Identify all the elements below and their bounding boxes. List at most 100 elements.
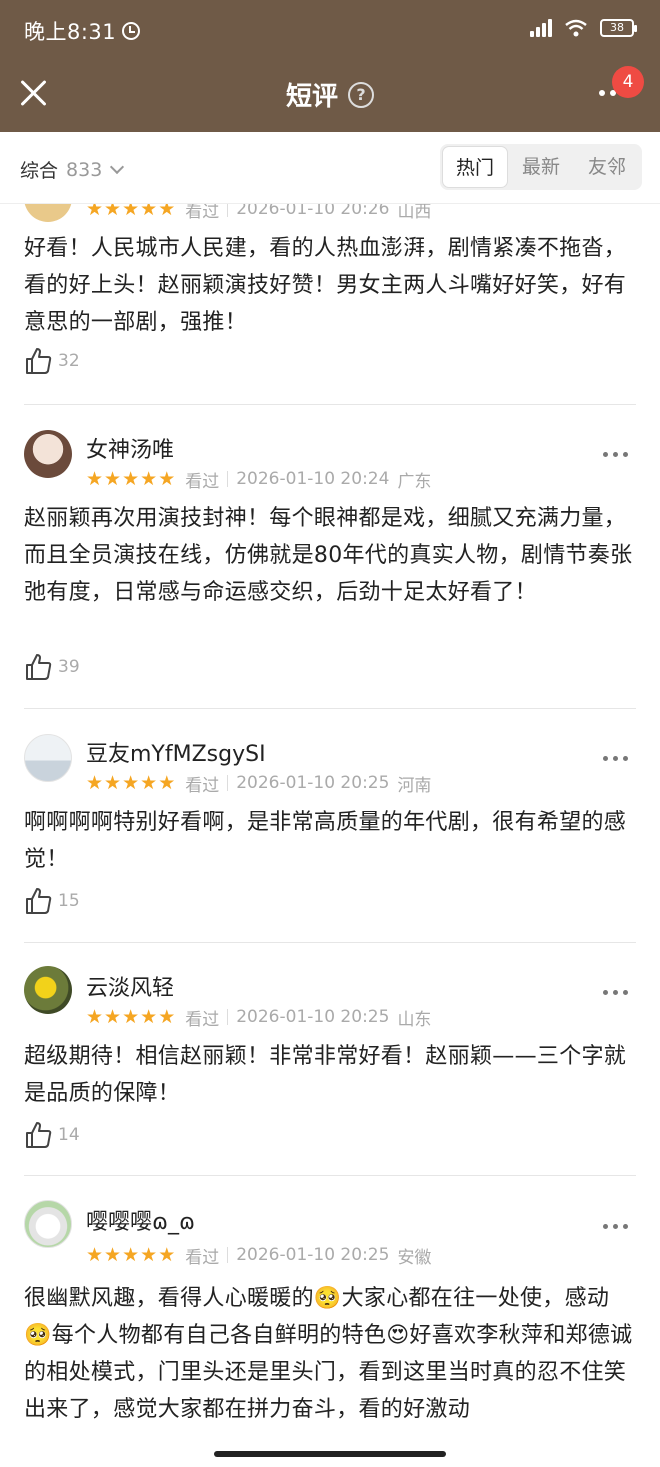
star-icon: ★ bbox=[140, 468, 158, 490]
rating-stars: ★ ★ ★ ★ ★ bbox=[86, 773, 175, 793]
avatar[interactable] bbox=[24, 966, 72, 1014]
divider bbox=[227, 775, 229, 791]
more-options-button[interactable] bbox=[599, 90, 616, 96]
watch-status: 看过 bbox=[185, 1009, 220, 1030]
review-date: 2026-01-10 20:25 bbox=[236, 773, 390, 793]
tab-latest[interactable]: 最新 bbox=[508, 146, 574, 188]
more-options-button[interactable] bbox=[603, 1224, 628, 1229]
star-icon: ★ bbox=[140, 1244, 158, 1266]
reviewer-name[interactable]: 嘤嘤嘤ɷ_ɷ bbox=[86, 1204, 195, 1236]
star-icon: ★ bbox=[86, 1006, 104, 1028]
review-meta: ★ ★ ★ ★ ★ 看过 2026-01-10 20:25 河南 bbox=[86, 772, 432, 796]
avatar[interactable] bbox=[24, 430, 72, 478]
star-icon: ★ bbox=[122, 772, 140, 794]
reviewer-name[interactable]: 女神汤唯 bbox=[86, 432, 174, 464]
review-meta: ★ ★ ★ ★ ★ 看过 2026-01-10 20:25 安徽 bbox=[86, 1244, 431, 1268]
reviewer-name[interactable]: 云淡风轻 bbox=[86, 970, 174, 1002]
review-content: 好看！人民城市人民建，看的人热血澎湃，剧情紧凑不拖沓，看的好上头！赵丽颖演技好赞… bbox=[24, 236, 627, 335]
rating-stars: ★ ★ ★ ★ ★ bbox=[86, 1007, 175, 1027]
review-count: 833 bbox=[66, 158, 103, 181]
divider bbox=[227, 1247, 229, 1263]
review-content: 赵丽颖再次用演技封神！每个眼神都是戏，细腻又充满力量，而且全员演技在线，仿佛就是… bbox=[24, 506, 633, 605]
more-options-button[interactable] bbox=[603, 990, 628, 995]
star-icon: ★ bbox=[104, 468, 122, 490]
divider bbox=[24, 1175, 636, 1176]
divider bbox=[24, 942, 636, 943]
avatar[interactable] bbox=[24, 1200, 72, 1248]
notification-badge: 4 bbox=[612, 66, 644, 98]
star-icon: ★ bbox=[86, 468, 104, 490]
more-dot-icon bbox=[623, 452, 628, 457]
more-dot-icon bbox=[603, 990, 608, 995]
page-title: 短评 ? bbox=[0, 76, 660, 113]
more-dot-icon bbox=[599, 90, 605, 96]
status-icons: 38 bbox=[530, 18, 637, 38]
alarm-clock-icon bbox=[122, 22, 141, 40]
divider bbox=[227, 1009, 229, 1025]
more-options-button[interactable] bbox=[603, 756, 628, 761]
star-icon: ★ bbox=[122, 468, 140, 490]
star-icon: ★ bbox=[122, 1244, 140, 1266]
more-dot-icon bbox=[613, 990, 618, 995]
star-icon: ★ bbox=[104, 1244, 122, 1266]
watch-status: 看过 bbox=[185, 471, 220, 492]
like-count: 14 bbox=[58, 1125, 80, 1145]
review-meta: ★ ★ ★ ★ ★ 看过 2026-01-10 20:25 山东 bbox=[86, 1006, 432, 1030]
review-meta: ★ ★ ★ ★ ★ 看过 2026-01-10 20:24 广东 bbox=[86, 468, 432, 492]
like-count: 32 bbox=[58, 351, 80, 371]
avatar[interactable] bbox=[24, 734, 72, 782]
tab-group: 热门 最新 友邻 bbox=[440, 144, 642, 190]
star-icon: ★ bbox=[158, 772, 176, 794]
more-options-button[interactable] bbox=[603, 452, 628, 457]
signal-icon bbox=[530, 19, 552, 37]
thumbs-up-icon bbox=[26, 1122, 52, 1148]
filter-bar: 综合 833 热门 最新 友邻 bbox=[0, 132, 660, 204]
home-indicator[interactable] bbox=[214, 1451, 446, 1457]
wifi-icon bbox=[565, 19, 587, 37]
like-button[interactable]: 15 bbox=[24, 886, 80, 916]
review-content: 超级期待！相信赵丽颖！非常非常好看！赵丽颖——三个字就是品质的保障！ bbox=[24, 1044, 627, 1106]
top-app-bar: 晚上8:31 38 短评 ? 4 bbox=[0, 0, 660, 132]
like-count: 15 bbox=[58, 891, 80, 911]
star-icon: ★ bbox=[104, 1006, 122, 1028]
chevron-down-icon bbox=[110, 159, 125, 175]
star-icon: ★ bbox=[122, 1006, 140, 1028]
more-dot-icon bbox=[623, 990, 628, 995]
star-icon: ★ bbox=[86, 772, 104, 794]
review-region: 山东 bbox=[397, 1009, 432, 1030]
tab-hot[interactable]: 热门 bbox=[442, 146, 508, 188]
sort-dropdown[interactable]: 综合 833 bbox=[20, 156, 125, 183]
tab-friends[interactable]: 友邻 bbox=[574, 146, 640, 188]
more-dot-icon bbox=[613, 1224, 618, 1229]
star-icon: ★ bbox=[140, 772, 158, 794]
more-dot-icon bbox=[603, 452, 608, 457]
battery-icon: 38 bbox=[600, 19, 637, 37]
status-time-text: 晚上8:31 bbox=[24, 20, 117, 44]
like-count: 39 bbox=[58, 657, 80, 677]
more-dot-icon bbox=[613, 452, 618, 457]
divider bbox=[227, 471, 229, 487]
review-region: 广东 bbox=[397, 471, 432, 492]
review-region: 河南 bbox=[397, 775, 432, 796]
sort-label: 综合 bbox=[20, 160, 59, 182]
review-date: 2026-01-10 20:25 bbox=[236, 1007, 390, 1027]
review-content: 啊啊啊啊特别好看啊，是非常高质量的年代剧，很有希望的感觉！ bbox=[24, 810, 627, 872]
like-button[interactable]: 39 bbox=[24, 652, 80, 682]
more-dot-icon bbox=[623, 756, 628, 761]
divider bbox=[24, 404, 636, 405]
thumbs-up-icon bbox=[26, 348, 52, 374]
review-date: 2026-01-10 20:25 bbox=[236, 1245, 390, 1265]
star-icon: ★ bbox=[86, 1244, 104, 1266]
help-icon[interactable]: ? bbox=[348, 81, 374, 108]
watch-status: 看过 bbox=[185, 775, 220, 796]
page-title-text: 短评 bbox=[285, 82, 338, 112]
review-content: 很幽默风趣，看得人心暖暖的🥺大家心都在往一处使，感动🥺每个人物都有自己各自鲜明的… bbox=[24, 1286, 633, 1422]
like-button[interactable]: 32 bbox=[24, 346, 80, 376]
status-time: 晚上8:31 bbox=[24, 16, 141, 46]
divider bbox=[24, 708, 636, 709]
rating-stars: ★ ★ ★ ★ ★ bbox=[86, 1245, 175, 1265]
like-button[interactable]: 14 bbox=[24, 1120, 80, 1150]
more-dot-icon bbox=[603, 756, 608, 761]
reviewer-name[interactable]: 豆友mYfMZsgySI bbox=[86, 736, 266, 768]
thumbs-up-icon bbox=[26, 654, 52, 680]
